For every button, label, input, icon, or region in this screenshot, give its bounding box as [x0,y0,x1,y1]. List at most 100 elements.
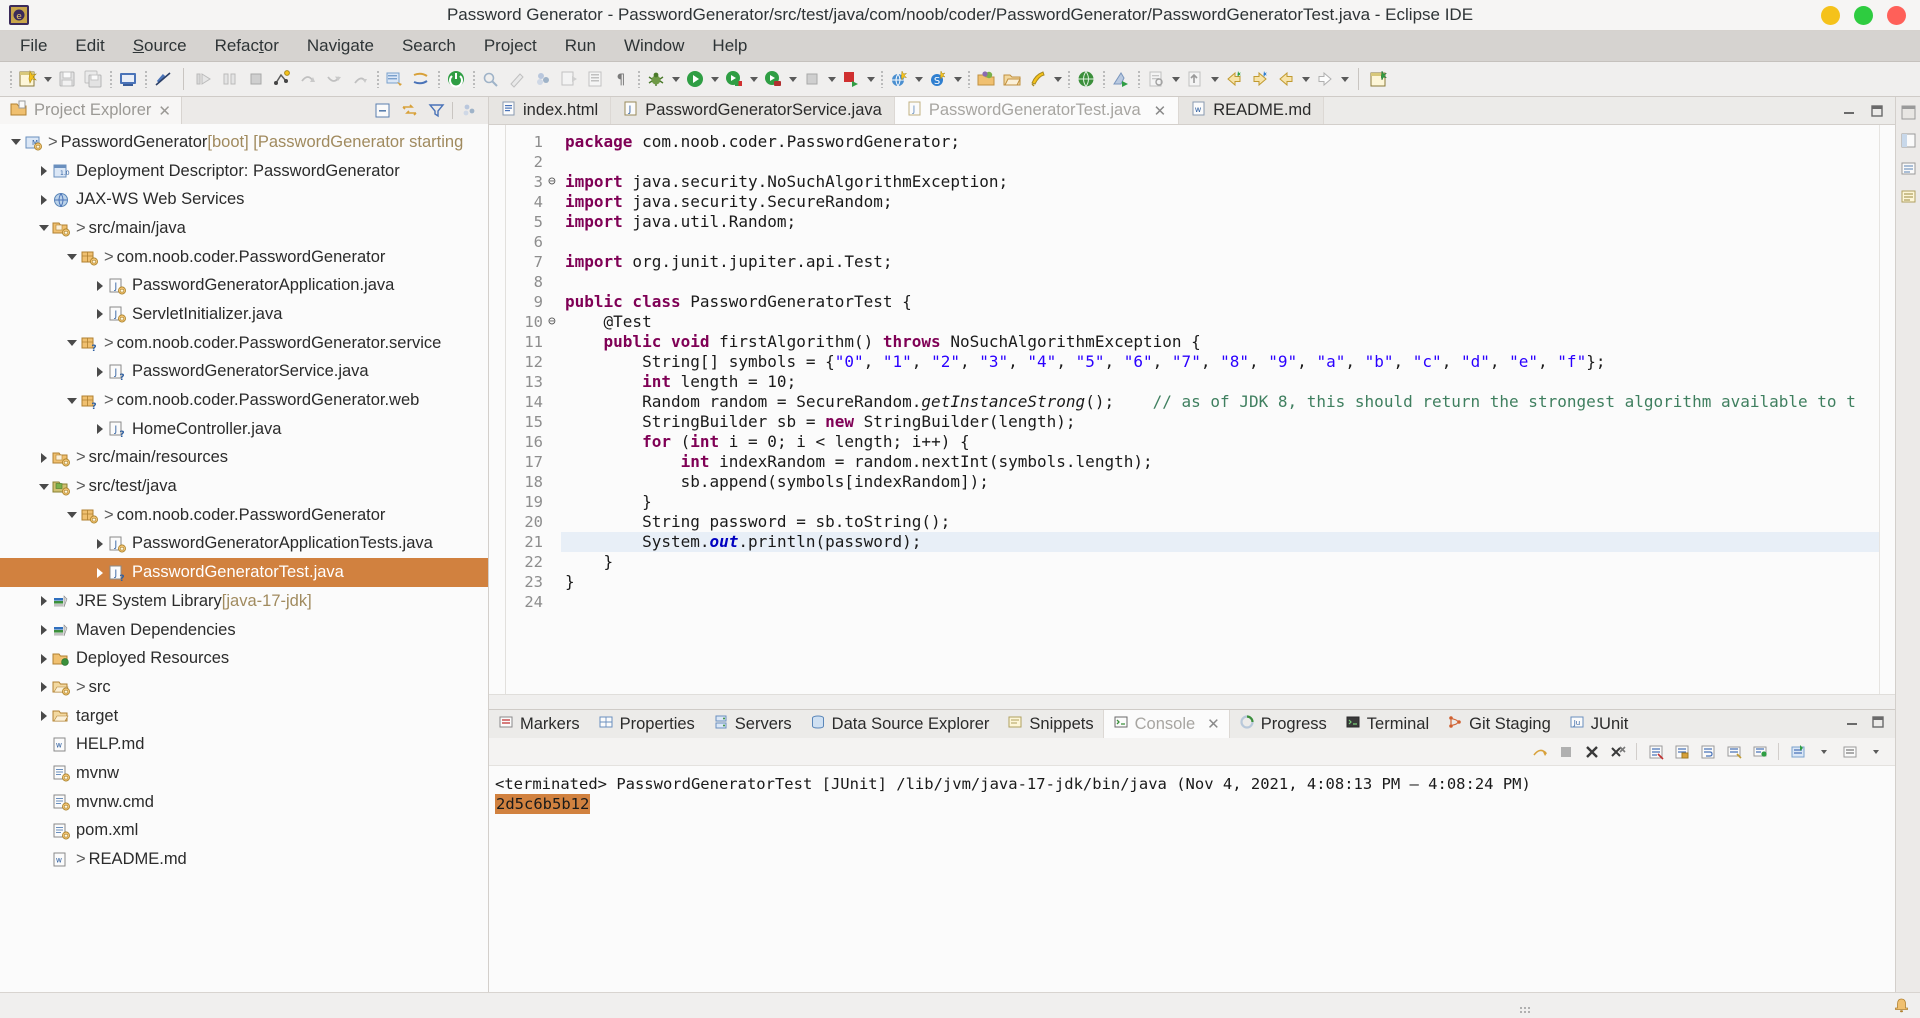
restore-perspective-icon[interactable] [1899,103,1918,122]
close-icon[interactable]: ✕ [158,102,171,120]
external-tools-icon[interactable] [760,66,786,92]
debug-bug-icon[interactable] [643,66,669,92]
debug-dropdown-arrow[interactable] [669,66,682,92]
code-line[interactable]: sb.append(symbols[indexRandom]); [561,472,1879,492]
menu-run[interactable]: Run [551,32,610,60]
tree-row[interactable]: J PasswordGeneratorApplication.java [0,271,488,300]
coverage-dropdown-arrow[interactable] [747,66,760,92]
tree-row[interactable]: > src/main/resources [0,444,488,473]
console-tab-properties[interactable]: Properties [589,710,704,738]
code-folding-gutter[interactable]: ⊖ ⊖ [548,125,561,694]
twisty-collapsed-icon[interactable] [36,186,51,214]
menu-navigate[interactable]: Navigate [293,32,388,60]
spring-dropdown-arrow[interactable] [951,66,964,92]
maximize-icon[interactable] [1869,103,1885,119]
code-line[interactable]: package com.noob.coder.PasswordGenerator… [561,132,1879,152]
code-line[interactable]: String[] symbols = {"0", "1", "2", "3", … [561,352,1879,372]
twisty-collapsed-icon[interactable] [36,157,51,185]
console-tab-snippets[interactable]: Snippets [998,710,1102,738]
project-tree[interactable]: M > PasswordGenerator [boot] [PasswordGene… [0,124,488,992]
run-icon[interactable] [682,66,708,92]
launch-dropdown-arrow[interactable] [1051,66,1064,92]
twisty-collapsed-icon[interactable] [92,415,107,443]
back-history-icon[interactable] [1221,66,1247,92]
step-into-icon[interactable] [269,66,295,92]
code-line[interactable]: for (int i = 0; i < length; i++) { [561,432,1879,452]
code-line[interactable]: public void firstAlgorithm() throws NoSu… [561,332,1879,352]
server-stop-arrow[interactable] [825,66,838,92]
editor-horizontal-scrollbar[interactable] [489,694,1895,709]
menu-file[interactable]: File [6,32,61,60]
console-tab-terminal[interactable]: Terminal [1336,710,1438,738]
tree-row[interactable]: target [0,702,488,731]
console-tab-git-staging[interactable]: Git Staging [1438,710,1560,738]
remove-all-terminated-icon[interactable] [1606,741,1629,763]
open-folder-icon[interactable] [999,66,1025,92]
code-line[interactable]: import java.util.Random; [561,212,1879,232]
code-line[interactable]: import java.security.NoSuchAlgorithmExce… [561,172,1879,192]
server-start-icon[interactable] [838,66,864,92]
forward-history-icon[interactable] [1247,66,1273,92]
code-line[interactable]: int indexRandom = random.nextInt(symbols… [561,452,1879,472]
code-line[interactable] [561,592,1879,612]
java-perspective-icon[interactable] [1899,131,1918,150]
tree-row[interactable]: w > README.md [0,845,488,874]
previous-edit-icon[interactable] [1273,66,1299,92]
view-filter-icon[interactable] [425,100,447,122]
close-icon[interactable]: ✕ [1154,102,1167,120]
code-line[interactable]: import java.security.SecureRandom; [561,192,1879,212]
tree-row[interactable]: w HELP.md [0,730,488,759]
new-web-project-icon[interactable] [886,66,912,92]
open-package-icon[interactable] [973,66,999,92]
console-tab-progress[interactable]: Progress [1230,710,1336,738]
view-menu-icon[interactable] [458,100,480,122]
tree-row[interactable]: 1.0 Deployment Descriptor: PasswordGenera… [0,157,488,186]
tree-row[interactable]: JAX-WS Web Services [0,185,488,214]
open-console-arrow[interactable] [1812,741,1835,763]
console-tab-junit[interactable]: Ju JUnit [1560,710,1638,738]
fold-toggle-icon[interactable]: ⊖ [548,312,561,332]
console-output[interactable]: <terminated> PasswordGeneratorTest [JUni… [489,766,1895,992]
twisty-expanded-icon[interactable] [8,128,23,156]
tree-row[interactable]: J? PasswordGeneratorService.java [0,358,488,387]
maximize-icon[interactable] [1871,714,1885,734]
twisty-collapsed-icon[interactable] [92,559,107,587]
link-broken-icon[interactable] [150,66,176,92]
tree-row[interactable]: ? > com.noob.coder.PasswordGenerator.servi… [0,329,488,358]
open-task-icon[interactable] [382,66,408,92]
code-content[interactable]: package com.noob.coder.PasswordGenerator… [561,125,1879,694]
twisty-collapsed-icon[interactable] [36,616,51,644]
code-line[interactable] [561,152,1879,172]
resize-grip-icon[interactable] [1520,1001,1534,1013]
twisty-collapsed-icon[interactable] [36,645,51,673]
tree-row[interactable]: > src [0,673,488,702]
remove-launch-icon[interactable] [1580,741,1603,763]
code-line[interactable]: } [561,492,1879,512]
new-editor-icon[interactable] [1366,66,1392,92]
code-line[interactable]: } [561,572,1879,592]
outline-view-icon[interactable] [1899,159,1918,178]
clear-console-icon[interactable] [1644,741,1667,763]
tree-row[interactable]: ? > com.noob.coder.PasswordGenerator.web [0,386,488,415]
code-line[interactable]: import org.junit.jupiter.api.Test; [561,252,1879,272]
web-browser-icon[interactable] [1073,66,1099,92]
twisty-collapsed-icon[interactable] [36,587,51,615]
display-console-icon[interactable] [1748,741,1771,763]
console-tab-markers[interactable]: Markers [489,710,589,738]
next-dropdown-arrow[interactable] [1338,66,1351,92]
code-line[interactable] [561,232,1879,252]
task-list-icon[interactable] [1899,187,1918,206]
editor-tab-service[interactable]: J PasswordGeneratorService.java [611,97,895,124]
console-tab-console[interactable]: Console ✕ [1102,710,1230,738]
minimize-button[interactable] [1821,6,1840,25]
previous-dropdown-arrow[interactable] [1299,66,1312,92]
console-tab-servers[interactable]: Servers [704,710,801,738]
twisty-collapsed-icon[interactable] [36,673,51,701]
web-dropdown-arrow[interactable] [912,66,925,92]
fold-toggle-icon[interactable]: ⊖ [548,172,561,192]
run-coverage-icon[interactable] [721,66,747,92]
editor-tab-readme[interactable]: w README.md [1179,97,1325,124]
code-line[interactable]: String password = sb.toString(); [561,512,1879,532]
code-line[interactable]: Random random = SecureRandom.getInstance… [561,392,1879,412]
validate-icon[interactable] [1108,66,1134,92]
